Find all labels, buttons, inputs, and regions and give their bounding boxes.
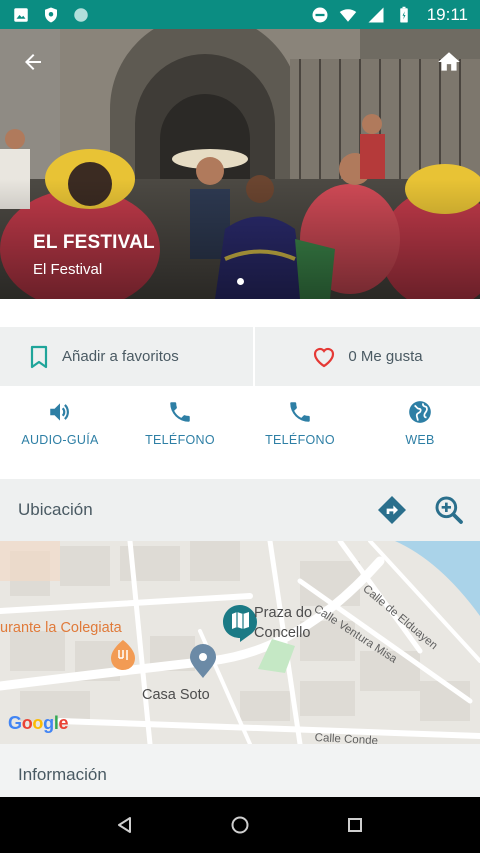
status-bar: 19:11 — [0, 0, 480, 29]
like-count-label: 0 Me gusta — [348, 348, 423, 365]
zoom-map-button[interactable] — [432, 493, 466, 527]
spacer — [0, 299, 480, 327]
map-place-label-2: Concello — [254, 625, 311, 641]
shield-icon — [45, 7, 57, 22]
zoom-in-icon — [435, 496, 463, 524]
location-title: Ubicación — [18, 500, 93, 519]
location-section-header: Ubicación — [0, 479, 480, 541]
add-favorites-label: Añadir a favoritos — [62, 348, 179, 365]
like-button[interactable]: 0 Me gusta — [253, 327, 480, 386]
nav-back-button[interactable] — [105, 805, 145, 845]
information-title: Información — [18, 765, 107, 784]
do-not-disturb-icon — [312, 7, 328, 22]
arrow-back-icon — [25, 54, 41, 70]
audio-guide-button[interactable]: AUDIO-GUÍA — [0, 386, 120, 478]
web-button[interactable]: WEB — [360, 386, 480, 478]
nav-recents-button[interactable] — [335, 805, 375, 845]
phone-label-1: TELÉFONO — [145, 433, 215, 447]
phone-icon — [290, 402, 310, 422]
hero-carousel[interactable]: EL FESTIVAL El Festival — [0, 29, 480, 299]
map-restaurant-label: urante la Colegiata — [0, 620, 122, 636]
system-nav-bar — [0, 797, 480, 853]
web-label: WEB — [405, 433, 435, 447]
phone-button-1[interactable]: TELÉFONO — [120, 386, 240, 478]
map-poi-label: Casa Soto — [142, 687, 210, 703]
hero-subtitle: El Festival — [33, 261, 103, 278]
volume-icon — [50, 403, 69, 421]
map-background — [0, 541, 480, 744]
google-logo: Google — [8, 713, 69, 733]
map-place-label-1: Praza do — [254, 605, 313, 621]
carousel-dot-active[interactable] — [236, 278, 244, 285]
audio-guide-label: AUDIO-GUÍA — [21, 433, 99, 447]
back-button[interactable] — [18, 47, 48, 77]
triangle-back-icon — [118, 817, 132, 833]
heart-icon — [314, 347, 335, 367]
home-button[interactable] — [434, 47, 464, 77]
directions-button[interactable] — [375, 493, 409, 527]
location-map[interactable]: Praza do Concello urante la Colegiata Ca… — [0, 541, 480, 744]
square-recents-icon — [347, 818, 362, 832]
home-icon — [438, 52, 460, 71]
image-icon — [14, 7, 28, 22]
battery-icon — [399, 6, 408, 22]
bookmark-icon — [30, 345, 48, 368]
information-section-header: Información — [0, 744, 480, 797]
hero-title: EL FESTIVAL — [33, 232, 155, 253]
circle-home-icon — [231, 816, 249, 834]
carousel-indicator — [0, 278, 480, 285]
action-row: AUDIO-GUÍA TELÉFONO TELÉFONO WEB — [0, 386, 480, 478]
circle-icon — [74, 7, 88, 22]
status-time: 19:11 — [426, 4, 468, 24]
favorites-likes-bar: Añadir a favoritos 0 Me gusta — [0, 327, 480, 386]
phone-button-2[interactable]: TELÉFONO — [240, 386, 360, 478]
wifi-icon — [339, 8, 356, 22]
add-favorites-button[interactable]: Añadir a favoritos — [0, 327, 253, 386]
nav-home-button[interactable] — [220, 805, 260, 845]
globe-icon — [409, 401, 431, 423]
phone-icon — [170, 402, 190, 422]
directions-icon — [378, 496, 406, 524]
phone-label-2: TELÉFONO — [265, 433, 335, 447]
signal-icon — [368, 7, 384, 22]
